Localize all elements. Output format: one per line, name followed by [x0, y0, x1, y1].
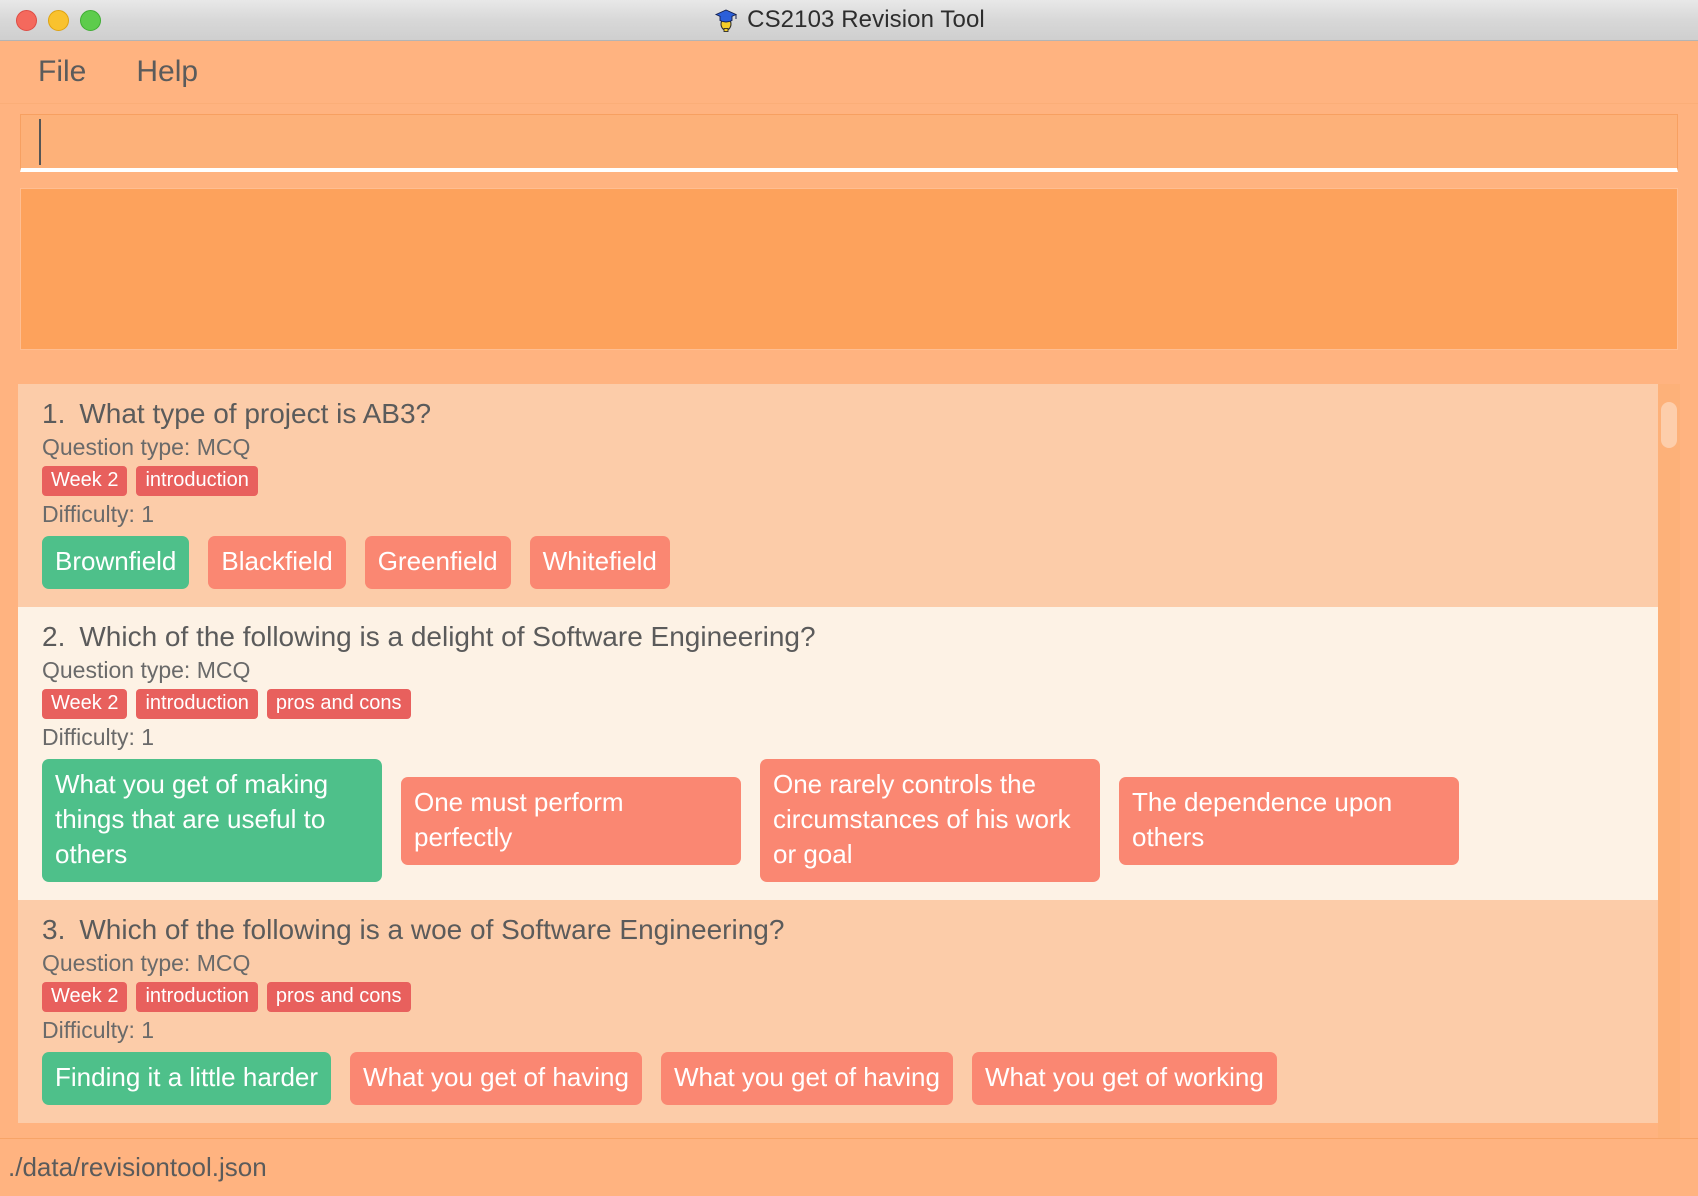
question-difficulty: Difficulty: 1 — [42, 1017, 155, 1044]
question-number: 3. — [42, 914, 66, 946]
option-wrong[interactable]: One must perform perfectly — [401, 776, 741, 865]
minimize-button[interactable] — [48, 9, 69, 31]
tag[interactable]: introduction — [136, 689, 258, 720]
tag[interactable]: Week 2 — [42, 689, 128, 720]
window-title-group: CS2103 Revision Tool — [0, 6, 1698, 34]
status-file-path: ./data/revisiontool.json — [8, 1152, 267, 1182]
title-bar: CS2103 Revision Tool — [0, 0, 1698, 41]
question-text: What type of project is AB3? — [79, 398, 432, 429]
option-list: What you get of making things that are u… — [42, 759, 1656, 883]
menu-item-file[interactable]: File — [34, 53, 90, 91]
graduation-cap-lightbulb-icon — [713, 7, 739, 33]
list-scrollbar[interactable] — [1658, 384, 1680, 1138]
question-type: Question type: MCQ — [42, 657, 251, 684]
question-card[interactable]: 2. Which of the following is a delight of… — [18, 607, 1680, 901]
tag[interactable]: pros and cons — [266, 982, 411, 1013]
app-window: CS2103 Revision Tool File Help 1. What ty… — [0, 0, 1698, 1196]
option-wrong[interactable]: Whitefield — [529, 536, 670, 590]
result-display — [20, 188, 1678, 350]
status-bar: ./data/revisiontool.json — [0, 1138, 1698, 1196]
scrollbar-thumb[interactable] — [1661, 402, 1677, 448]
option-wrong[interactable]: Greenfield — [364, 536, 511, 590]
question-card[interactable]: 3. Which of the following is a woe of Sof… — [18, 900, 1680, 1124]
question-text: Which of the following is a woe of Softw… — [79, 914, 785, 946]
question-title: 2. Which of the following is a delight of… — [42, 621, 1656, 653]
result-display-container — [0, 182, 1698, 360]
option-list: Finding it a little harder What you get … — [42, 1052, 1656, 1106]
question-difficulty: Difficulty: 1 — [42, 724, 155, 751]
option-wrong[interactable]: What you get of working — [971, 1052, 1277, 1106]
window-title: CS2103 Revision Tool — [747, 6, 985, 33]
question-title: 1. What type of project is AB3? — [42, 398, 1656, 430]
command-box-container — [0, 104, 1698, 182]
maximize-button[interactable] — [80, 9, 101, 31]
question-list-container: 1. What type of project is AB3? Question … — [0, 360, 1698, 1138]
question-number: 2. — [42, 621, 66, 653]
tag-list: Week 2 introduction pros and cons — [42, 689, 1656, 720]
option-correct[interactable]: Finding it a little harder — [42, 1052, 332, 1106]
option-wrong[interactable]: What you get of having — [660, 1052, 953, 1106]
tag[interactable]: pros and cons — [266, 689, 411, 720]
option-correct[interactable]: Brownfield — [42, 536, 190, 590]
menu-item-help[interactable]: Help — [132, 53, 202, 91]
text-caret — [39, 118, 41, 165]
tag-list: Week 2 introduction — [42, 466, 1656, 496]
option-wrong[interactable]: One rarely controls the circumstances of… — [760, 759, 1100, 883]
question-list[interactable]: 1. What type of project is AB3? Question … — [18, 384, 1680, 1138]
question-text: Which of the following is a delight of S… — [79, 621, 816, 653]
option-wrong[interactable]: The dependence upon others — [1119, 776, 1459, 865]
question-number: 1. — [42, 398, 66, 429]
question-difficulty: Difficulty: 1 — [42, 501, 155, 527]
tag[interactable]: Week 2 — [42, 982, 128, 1013]
window-controls — [0, 9, 101, 31]
option-list: Brownfield Blackfield Greenfield Whitefi… — [42, 536, 1656, 590]
option-wrong[interactable]: What you get of having — [350, 1052, 642, 1106]
option-wrong[interactable]: Blackfield — [208, 536, 346, 590]
tag-list: Week 2 introduction pros and cons — [42, 982, 1656, 1013]
option-correct[interactable]: What you get of making things that are u… — [42, 759, 382, 883]
menu-bar: File Help — [0, 41, 1698, 104]
command-input[interactable] — [20, 114, 1678, 172]
tag[interactable]: introduction — [136, 466, 258, 496]
question-type: Question type: MCQ — [42, 950, 251, 977]
close-button[interactable] — [16, 9, 37, 31]
tag[interactable]: Week 2 — [42, 466, 128, 496]
question-title: 3. Which of the following is a woe of Sof… — [42, 914, 1656, 946]
question-type: Question type: MCQ — [42, 434, 251, 460]
tag[interactable]: introduction — [136, 982, 258, 1013]
question-card[interactable]: 1. What type of project is AB3? Question … — [18, 384, 1680, 608]
